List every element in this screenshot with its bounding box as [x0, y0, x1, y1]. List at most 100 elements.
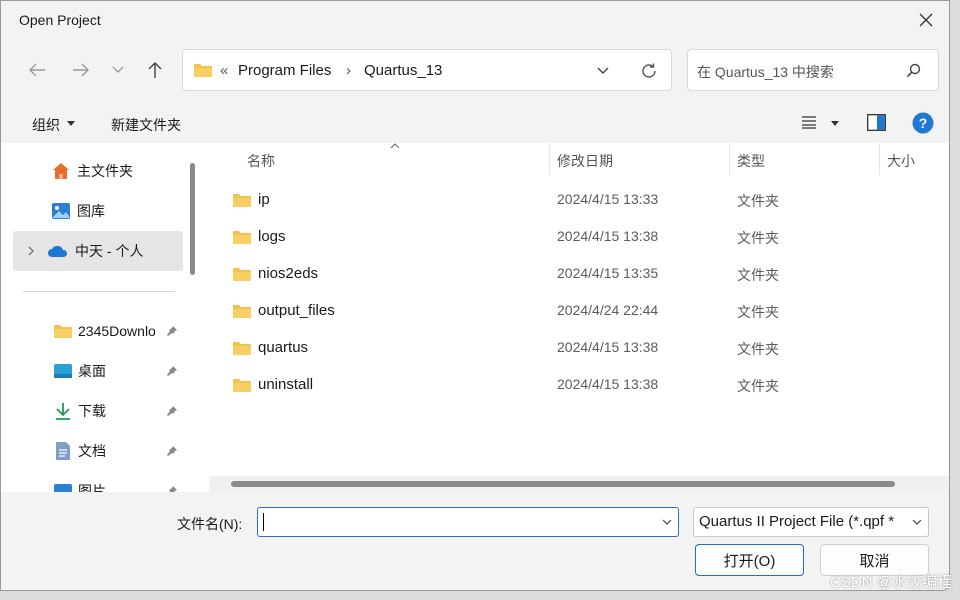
- column-header-type[interactable]: 类型: [737, 143, 765, 175]
- file-row[interactable]: nios2eds 2024/4/15 13:35 文件夹: [226, 255, 926, 292]
- file-row[interactable]: ip 2024/4/15 13:33 文件夹: [226, 181, 926, 218]
- file-row[interactable]: logs 2024/4/15 13:38 文件夹: [226, 218, 926, 255]
- open-button[interactable]: 打开(O): [695, 544, 804, 576]
- breadcrumb-program-files[interactable]: Program Files: [238, 62, 331, 79]
- chevron-down-icon: [112, 66, 124, 73]
- watermark: CSDN @水饺编程: [830, 574, 952, 591]
- file-name: output_files: [258, 302, 335, 319]
- nav-item-label: 桌面: [78, 363, 106, 379]
- file-type-filter-value: Quartus II Project File (*.qpf *: [699, 513, 895, 530]
- up-button[interactable]: [139, 55, 171, 85]
- column-divider[interactable]: [879, 143, 880, 175]
- open-project-dialog: Open Project « Program Files › Quartus_1…: [0, 0, 950, 591]
- chevron-down-icon: [597, 67, 609, 74]
- chevron-down-icon[interactable]: [662, 519, 672, 525]
- cancel-button-label: 取消: [859, 552, 890, 570]
- file-modified: 2024/4/15 13:35: [557, 265, 659, 281]
- file-type: 文件夹: [737, 304, 779, 320]
- document-icon: [56, 442, 70, 460]
- file-type: 文件夹: [737, 193, 779, 209]
- column-header-name[interactable]: 名称: [247, 143, 275, 175]
- folder-icon: [233, 194, 251, 207]
- refresh-button[interactable]: [638, 60, 660, 82]
- close-icon: [919, 13, 933, 27]
- nav-pane-scrollbar[interactable]: [190, 163, 195, 275]
- nav-item-label: 主文件夹: [77, 163, 133, 179]
- search-box[interactable]: 在 Quartus_13 中搜索: [687, 49, 939, 91]
- folder-icon: [233, 379, 251, 392]
- scrollbar-thumb[interactable]: [231, 481, 895, 487]
- caret-down-icon: [831, 121, 839, 126]
- view-options-button[interactable]: [801, 115, 817, 132]
- column-header-size[interactable]: 大小: [887, 143, 915, 175]
- search-icon: [906, 63, 921, 78]
- nav-item-gallery[interactable]: 图库: [13, 191, 183, 231]
- file-type: 文件夹: [737, 378, 779, 394]
- pin-icon: [167, 406, 177, 416]
- filename-input[interactable]: [257, 507, 679, 537]
- text-caret: [263, 513, 264, 531]
- nav-item-onedrive[interactable]: 中天 - 个人: [13, 231, 183, 271]
- file-name: nios2eds: [258, 265, 319, 282]
- desktop-icon: [54, 364, 72, 378]
- recent-locations-button[interactable]: [104, 55, 132, 85]
- folder-icon: [233, 268, 251, 281]
- file-row[interactable]: output_files 2024/4/24 22:44 文件夹: [226, 292, 926, 329]
- address-history-button[interactable]: [593, 62, 613, 80]
- breadcrumb-separator[interactable]: ›: [346, 62, 351, 79]
- organize-menu[interactable]: 组织: [32, 115, 60, 135]
- chevron-right-icon: [28, 246, 34, 256]
- command-toolbar: 组织 新建文件夹 ?: [1, 103, 949, 143]
- file-type: 文件夹: [737, 267, 779, 283]
- filename-label: 文件名(N):: [177, 516, 243, 532]
- navigation-pane: 主文件夹 图库 中天 - 个人 2345Downloads 桌面: [1, 143, 191, 499]
- horizontal-scrollbar[interactable]: [209, 476, 949, 492]
- content-area: 主文件夹 图库 中天 - 个人 2345Downloads 桌面: [1, 143, 949, 499]
- home-icon: [53, 163, 69, 179]
- nav-item-documents[interactable]: 文档: [13, 431, 183, 471]
- back-button[interactable]: [21, 55, 53, 85]
- help-button[interactable]: ?: [912, 112, 934, 137]
- open-button-label: 打开(O): [723, 552, 776, 570]
- column-header-modified[interactable]: 修改日期: [557, 143, 613, 175]
- arrow-left-icon: [29, 63, 45, 77]
- nav-item-desktop[interactable]: 桌面: [13, 351, 183, 391]
- address-bar[interactable]: « Program Files › Quartus_13: [182, 49, 672, 91]
- pin-icon: [167, 366, 177, 376]
- column-divider[interactable]: [729, 143, 730, 175]
- file-row[interactable]: uninstall 2024/4/15 13:38 文件夹: [226, 366, 926, 403]
- svg-text:?: ?: [919, 115, 928, 131]
- file-modified: 2024/4/15 13:38: [557, 339, 659, 355]
- nav-item-label: 下载: [78, 403, 106, 419]
- forward-button[interactable]: [65, 55, 97, 85]
- file-name: ip: [258, 191, 270, 208]
- file-modified: 2024/4/15 13:33: [557, 191, 659, 207]
- folder-icon: [194, 64, 212, 77]
- file-modified: 2024/4/15 13:38: [557, 228, 659, 244]
- breadcrumb-quartus-13[interactable]: Quartus_13: [364, 62, 442, 79]
- folder-icon: [233, 231, 251, 244]
- folder-icon: [233, 342, 251, 355]
- file-row[interactable]: quartus 2024/4/15 13:38 文件夹: [226, 329, 926, 366]
- nav-item-home[interactable]: 主文件夹: [13, 151, 183, 191]
- file-modified: 2024/4/24 22:44: [557, 302, 659, 318]
- overflow-crumb[interactable]: «: [220, 62, 228, 79]
- gallery-icon: [52, 203, 70, 219]
- file-type-filter[interactable]: Quartus II Project File (*.qpf *: [693, 507, 929, 537]
- file-modified: 2024/4/15 13:38: [557, 376, 659, 392]
- preview-pane-button[interactable]: [867, 114, 886, 134]
- preview-pane-icon: [867, 114, 886, 131]
- nav-item-label: 2345Downloads: [78, 323, 155, 339]
- close-button[interactable]: [903, 1, 949, 39]
- nav-item-2345downloads[interactable]: 2345Downloads: [13, 311, 183, 351]
- file-name: uninstall: [258, 376, 314, 393]
- dialog-title: Open Project: [19, 12, 101, 28]
- nav-item-downloads[interactable]: 下载: [13, 391, 183, 431]
- column-divider[interactable]: [549, 143, 550, 175]
- new-folder-button[interactable]: 新建文件夹: [111, 115, 181, 135]
- arrow-right-icon: [73, 63, 89, 77]
- navigation-bar: « Program Files › Quartus_13 在 Quartus_1…: [1, 39, 949, 101]
- pin-icon: [167, 326, 177, 336]
- file-name: quartus: [258, 339, 309, 356]
- help-icon: ?: [912, 112, 934, 134]
